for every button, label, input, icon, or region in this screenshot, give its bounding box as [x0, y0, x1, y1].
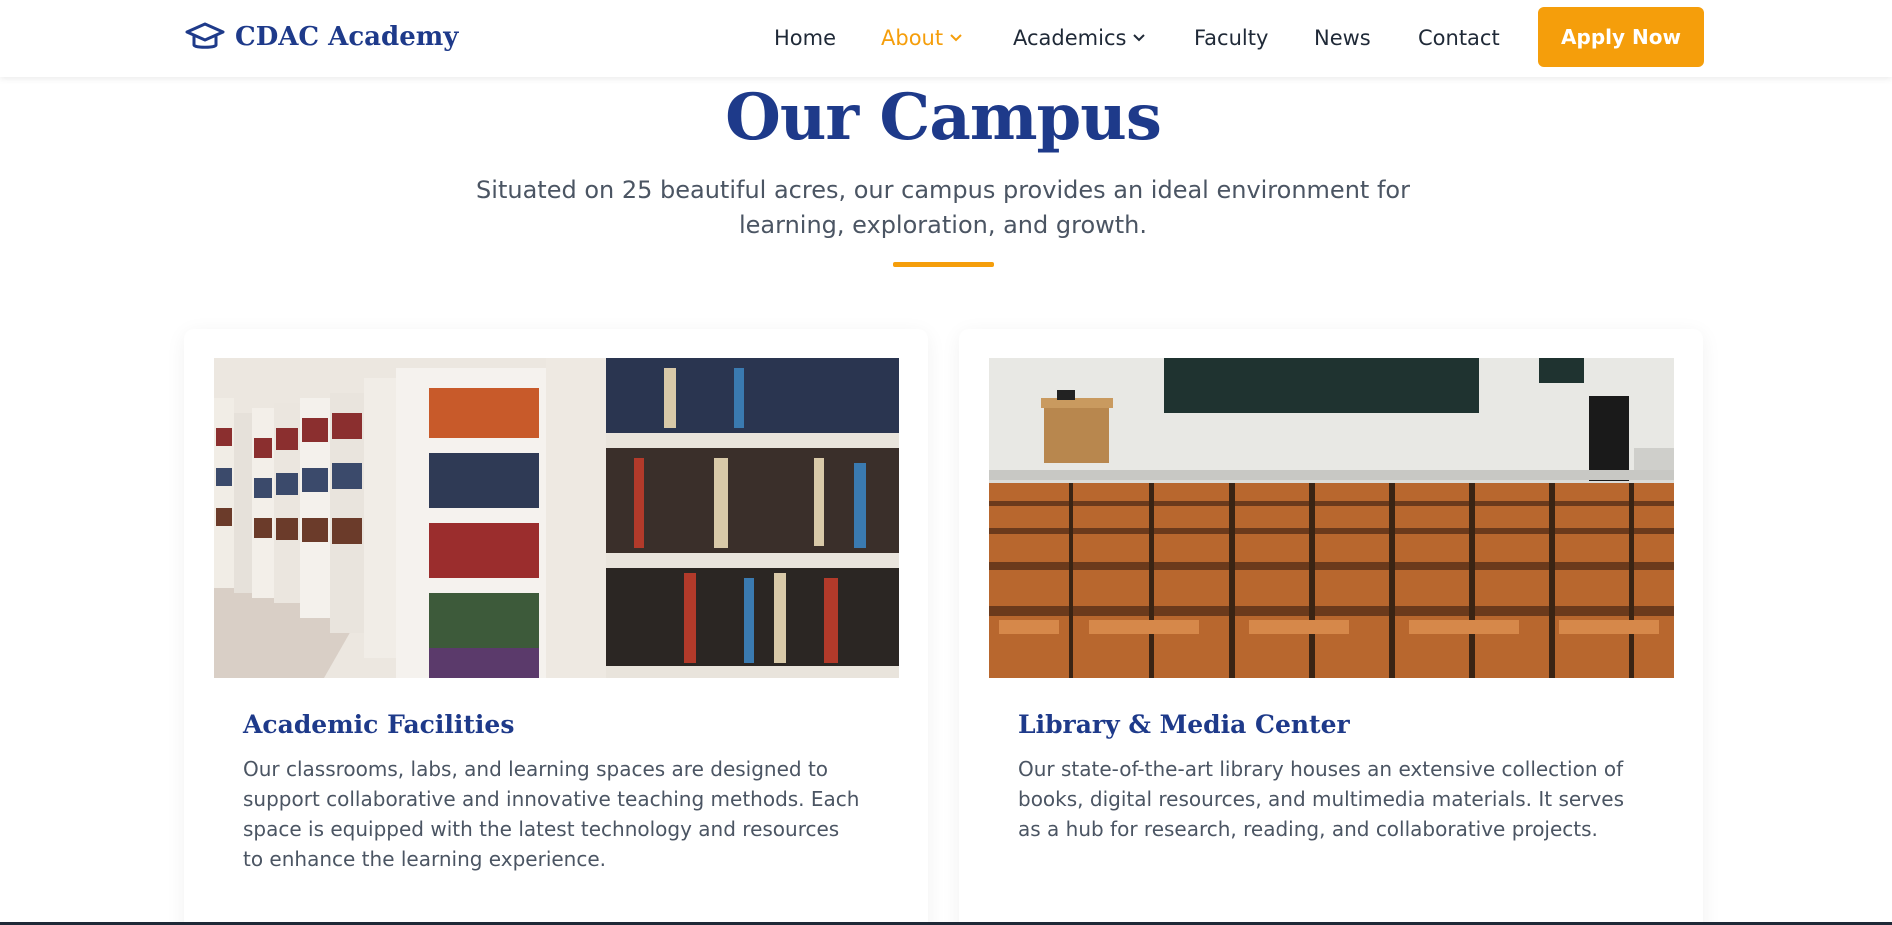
- lecture-hall-seats-photo: [989, 358, 1674, 678]
- site-header: CDAC Academy Home About Academics Facult…: [0, 0, 1892, 77]
- card-description: Our classrooms, labs, and learning space…: [243, 757, 860, 871]
- nav-faculty[interactable]: Faculty: [1194, 24, 1268, 52]
- nav-home[interactable]: Home: [774, 24, 836, 52]
- library-bookshelves-photo: [214, 358, 899, 678]
- campus-card: Library & Media Center Our state-of-the-…: [959, 329, 1703, 925]
- campus-card: Academic Facilities Our classrooms, labs…: [184, 329, 928, 925]
- nav-contact-label: Contact: [1418, 26, 1500, 50]
- chevron-down-icon: [950, 34, 962, 42]
- nav-news-label: News: [1314, 26, 1371, 50]
- brand-name: CDAC Academy: [235, 22, 459, 52]
- card-image: [214, 358, 899, 678]
- nav-contact[interactable]: Contact: [1418, 24, 1500, 52]
- apply-now-button[interactable]: Apply Now: [1538, 7, 1704, 67]
- page-subtitle: Situated on 25 beautiful acres, our camp…: [476, 176, 1410, 239]
- card-image: [989, 358, 1674, 678]
- card-title: Library & Media Center: [1018, 710, 1350, 739]
- nav-academics-label: Academics: [1013, 26, 1127, 50]
- page-title: Our Campus: [725, 80, 1162, 155]
- nav-faculty-label: Faculty: [1194, 26, 1269, 50]
- nav-about-label: About: [881, 26, 944, 50]
- graduation-cap-icon: [185, 22, 225, 49]
- chevron-down-icon: [1133, 34, 1146, 42]
- nav-home-label: Home: [774, 26, 837, 50]
- nav-news[interactable]: News: [1314, 24, 1371, 52]
- brand-logo-link[interactable]: CDAC Academy: [185, 19, 458, 55]
- nav-academics[interactable]: Academics: [1013, 24, 1146, 52]
- card-title: Academic Facilities: [243, 710, 515, 739]
- nav-about[interactable]: About: [881, 24, 963, 52]
- title-divider: [893, 262, 994, 267]
- card-description: Our state-of-the-art library houses an e…: [1018, 757, 1625, 841]
